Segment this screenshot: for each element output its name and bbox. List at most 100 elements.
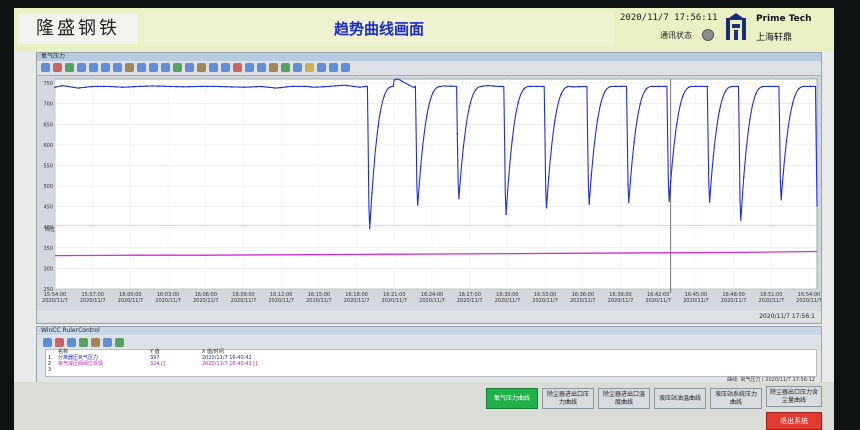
series-point (639, 103, 641, 105)
toolbar-tool-icon[interactable] (137, 63, 146, 72)
toolbar-tool-icon[interactable] (209, 63, 218, 72)
trend-status-bar: 2020/11/7 17:56:1 (37, 311, 821, 322)
series-point (548, 176, 550, 178)
series-point (450, 85, 453, 87)
y-tick-label: 650 (43, 122, 53, 128)
ruler-tool-icon[interactable] (103, 338, 112, 347)
series-point (231, 86, 233, 88)
series-point (60, 85, 62, 87)
toolbar-tool-icon[interactable] (281, 63, 290, 72)
toolbar-tool-icon[interactable] (65, 63, 74, 72)
series-point (541, 85, 544, 88)
ruler-tool-icon[interactable] (115, 338, 124, 347)
trend-plot[interactable]: 75070065060055050045040035030025015:54:0… (37, 75, 821, 311)
toolbar-tool-icon[interactable] (173, 63, 182, 72)
series-point (377, 126, 379, 128)
series-point (608, 86, 611, 88)
x-tick-date: 2020/11/7 (231, 298, 257, 304)
comm-status-label: 通讯状态 (660, 31, 692, 40)
x-tick-date: 2020/11/7 (758, 298, 784, 304)
series-point (773, 85, 776, 88)
series-point (249, 86, 251, 88)
toolbar-tool-icon[interactable] (185, 63, 194, 72)
toolbar-tool-icon[interactable] (149, 63, 158, 72)
y-tick-label: 750 (43, 81, 53, 87)
oxygen-pressure-button[interactable]: 氧气压力曲线 (486, 388, 538, 409)
series-point (615, 85, 617, 88)
toolbar-tool-icon[interactable] (305, 63, 314, 72)
series-point (255, 85, 257, 88)
toolbar-tool-icon[interactable] (317, 63, 326, 72)
series-point (743, 175, 745, 178)
toolbar-tool-icon[interactable] (77, 63, 86, 72)
series-point (267, 86, 270, 88)
series-point (645, 88, 648, 90)
series-point (115, 86, 117, 88)
toolbar-tool-icon[interactable] (233, 63, 242, 72)
toolbar-tool-icon[interactable] (41, 63, 50, 72)
toolbar-tool-icon[interactable] (341, 63, 350, 72)
series-point (298, 85, 300, 88)
series-point (700, 85, 702, 88)
series-point (480, 85, 483, 88)
series-point (261, 85, 264, 88)
outlet-dust-button[interactable]: 除尘器出口压力含尘量曲线 (766, 386, 822, 407)
dust-collector-temp-button[interactable]: 除尘器进出口温度曲线 (598, 388, 650, 409)
toolbar-tool-icon[interactable] (269, 63, 278, 72)
dust-collector-pressure-button[interactable]: 除尘器进出口压力曲线 (542, 388, 594, 409)
hydraulic-pressure-button[interactable]: 液压站系统压力曲线 (710, 388, 762, 409)
toolbar-tool-icon[interactable] (293, 63, 302, 72)
series-point (432, 91, 434, 94)
toolbar-tool-icon[interactable] (197, 63, 206, 72)
toolbar-tool-icon[interactable] (113, 63, 122, 72)
series-point (737, 85, 739, 88)
series-point (804, 85, 806, 88)
toolbar-tool-icon[interactable] (245, 63, 254, 72)
series-point (407, 84, 410, 86)
series-point (90, 85, 93, 88)
series-point (554, 120, 556, 122)
series-point (487, 84, 489, 87)
y-tick-label: 450 (43, 205, 53, 211)
series-point (688, 86, 690, 88)
series-point (383, 95, 386, 97)
series-point (816, 204, 818, 207)
exit-system-button[interactable]: 退出系统 (766, 412, 822, 430)
series-point (328, 85, 331, 88)
x-tick-date: 2020/11/7 (608, 298, 634, 304)
series-point (78, 87, 81, 89)
ruler-tool-icon[interactable] (43, 338, 52, 347)
toolbar-tool-icon[interactable] (101, 63, 110, 72)
x-tick-date: 2020/11/7 (419, 298, 445, 304)
series-point (121, 86, 123, 88)
x-tick-date: 2020/11/7 (193, 298, 219, 304)
ruler-tool-icon[interactable] (91, 338, 100, 347)
toolbar-tool-icon[interactable] (89, 63, 98, 72)
x-tick-date: 2020/11/7 (683, 298, 709, 304)
toolbar-tool-icon[interactable] (161, 63, 170, 72)
series-point (779, 181, 782, 183)
series-point (243, 86, 245, 88)
x-tick-date: 2020/11/7 (155, 298, 181, 304)
series-point (785, 140, 788, 142)
toolbar-tool-icon[interactable] (125, 63, 134, 72)
ruler-tool-icon[interactable] (67, 338, 76, 347)
trend-window-title: 氧气压力 (37, 53, 821, 61)
y-tick-label: 550 (43, 163, 53, 169)
toolbar-tool-icon[interactable] (221, 63, 230, 72)
ruler-tool-icon[interactable] (55, 338, 64, 347)
series-point (462, 146, 465, 148)
x-tick-date: 2020/11/7 (532, 298, 558, 304)
toolbar-tool-icon[interactable] (53, 63, 62, 72)
series-point (706, 85, 709, 88)
hydraulic-oil-temp-button[interactable]: 液压站油温曲线 (654, 388, 706, 409)
series-point (273, 87, 276, 89)
toolbar-tool-icon[interactable] (257, 63, 266, 72)
series-point (316, 86, 318, 88)
toolbar-tool-icon[interactable] (329, 63, 338, 72)
series-point (718, 110, 721, 112)
series-point (517, 101, 520, 104)
series-point (285, 86, 288, 88)
ruler-tool-icon[interactable] (79, 338, 88, 347)
lower-section-label: 阀位 (45, 226, 55, 233)
